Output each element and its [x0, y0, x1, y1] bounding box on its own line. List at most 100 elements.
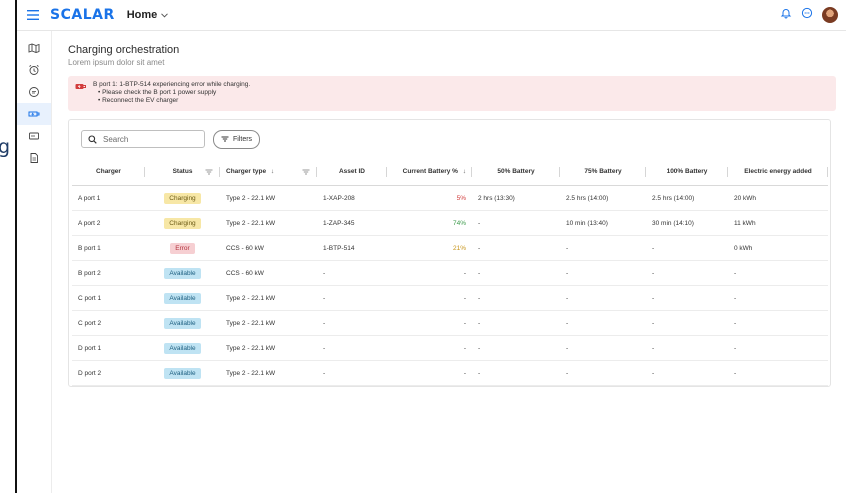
clipped-background-text: g: [0, 136, 11, 158]
status-badge: Charging: [164, 192, 201, 204]
chat-icon: [29, 87, 39, 97]
column-header-energy-added[interactable]: Electric energy added: [728, 158, 828, 186]
cell-100-battery: 30 min (14:10): [646, 210, 728, 236]
alert-text: B port 1: 1-BTP-514 experiencing error w…: [93, 81, 250, 105]
cell-status: Available: [145, 310, 220, 336]
cell-status: Error: [145, 235, 220, 261]
cell-charger: A port 1: [72, 185, 145, 211]
cell-charger: B port 2: [72, 260, 145, 286]
table-row[interactable]: C port 2 Available Type 2 - 22.1 kW - - - - - -: [72, 310, 828, 336]
cell-asset-id: 1-ZAP-345: [317, 210, 387, 236]
sort-arrow-icon[interactable]: ↓: [463, 168, 466, 175]
cell-current-battery: 21%: [387, 235, 472, 261]
cell-charger: A port 2: [72, 210, 145, 236]
cell-current-battery: 5%: [387, 185, 472, 211]
cell-asset-id: -: [317, 360, 387, 386]
cell-energy-added: -: [728, 260, 828, 286]
sidebar-item-documents[interactable]: [17, 147, 51, 169]
cell-50-battery: -: [472, 235, 560, 261]
top-bar: SCALAR Home: [17, 0, 846, 31]
chargers-table-card: Search Filters Charger Status Charger ty…: [68, 119, 831, 387]
page-subtitle: Lorem ipsum dolor sit amet: [68, 58, 165, 67]
menu-icon[interactable]: [24, 6, 42, 24]
cell-energy-added: 11 kWh: [728, 210, 828, 236]
alert-message: B port 1: 1-BTP-514 experiencing error w…: [93, 81, 251, 88]
column-filter-icon[interactable]: [205, 169, 213, 175]
cell-status: Available: [145, 285, 220, 311]
sidebar-item-cards[interactable]: [17, 125, 51, 147]
cell-charger: D port 1: [72, 335, 145, 361]
cell-status: Available: [145, 360, 220, 386]
column-header-charger[interactable]: Charger: [72, 158, 145, 186]
cell-50-battery: -: [472, 335, 560, 361]
cell-energy-added: -: [728, 310, 828, 336]
cell-asset-id: -: [317, 260, 387, 286]
cell-100-battery: -: [646, 260, 728, 286]
home-dropdown[interactable]: Home: [127, 9, 169, 21]
cell-100-battery: -: [646, 235, 728, 261]
cell-asset-id: -: [317, 310, 387, 336]
sidebar-item-map[interactable]: [17, 37, 51, 59]
cell-current-battery: -: [387, 285, 472, 311]
table-row[interactable]: D port 1 Available Type 2 - 22.1 kW - - - - - -: [72, 335, 828, 361]
alarm-clock-icon: [29, 64, 39, 75]
search-input[interactable]: Search: [81, 130, 205, 148]
sidebar-item-messages[interactable]: [17, 81, 51, 103]
cell-50-battery: -: [472, 310, 560, 336]
cell-charger: B port 1: [72, 235, 145, 261]
column-header-50-battery[interactable]: 50% Battery: [472, 158, 560, 186]
sidebar-item-alarm[interactable]: [17, 59, 51, 81]
page-title: Charging orchestration: [68, 44, 180, 56]
cell-75-battery: -: [560, 235, 646, 261]
cell-current-battery: -: [387, 260, 472, 286]
cell-asset-id: -: [317, 285, 387, 311]
table-header-row: Charger Status Charger type ↓ Asset ID C…: [72, 158, 828, 186]
cell-75-battery: 2.5 hrs (14:00): [560, 185, 646, 211]
column-filter-icon[interactable]: [302, 169, 310, 175]
cell-charger-type: CCS - 60 kW: [220, 235, 317, 261]
table-row[interactable]: A port 1 Charging Type 2 - 22.1 kW 1-XAP-20…: [72, 185, 828, 211]
user-avatar[interactable]: [822, 7, 838, 23]
column-header-asset-id[interactable]: Asset ID: [317, 158, 387, 186]
cell-100-battery: -: [646, 285, 728, 311]
app-window: SCALAR Home Charging orchestration Lorem…: [15, 0, 846, 493]
ev-charger-icon: [28, 111, 39, 117]
cell-100-battery: -: [646, 360, 728, 386]
status-badge: Available: [164, 317, 201, 329]
chat-bubble-icon[interactable]: [801, 6, 813, 24]
table-row[interactable]: D port 2 Available Type 2 - 22.1 kW - - - - - -: [72, 360, 828, 386]
top-right-actions: [780, 6, 838, 24]
table-row[interactable]: A port 2 Charging Type 2 - 22.1 kW 1-ZAP-34…: [72, 210, 828, 236]
column-header-75-battery[interactable]: 75% Battery: [560, 158, 646, 186]
cell-asset-id: -: [317, 335, 387, 361]
column-header-charger-type[interactable]: Charger type ↓: [220, 158, 317, 186]
cell-75-battery: -: [560, 310, 646, 336]
cell-energy-added: -: [728, 335, 828, 361]
status-badge: Charging: [164, 217, 201, 229]
chargers-table: Charger Status Charger type ↓ Asset ID C…: [72, 158, 828, 386]
cell-50-battery: -: [472, 260, 560, 286]
home-dropdown-label: Home: [126, 9, 158, 21]
map-icon: [28, 43, 40, 53]
sort-arrow-icon[interactable]: ↓: [271, 168, 274, 175]
table-row[interactable]: B port 2 Available CCS - 60 kW - - - - - -: [72, 260, 828, 286]
column-header-100-battery[interactable]: 100% Battery: [646, 158, 728, 186]
cell-charger-type: Type 2 - 22.1 kW: [220, 185, 317, 211]
column-header-current-battery[interactable]: Current Battery % ↓: [387, 158, 472, 186]
filters-button[interactable]: Filters: [213, 129, 261, 149]
alert-bullet-text: Reconnect the EV charger: [102, 97, 179, 104]
error-alert: B port 1: 1-BTP-514 experiencing error w…: [68, 76, 836, 111]
app-logo[interactable]: SCALAR: [50, 7, 115, 23]
sidebar: [17, 31, 52, 493]
bell-icon[interactable]: [780, 6, 792, 24]
table-row[interactable]: B port 1 Error CCS - 60 kW 1-BTP-514 21% - - -0…: [72, 235, 828, 261]
cell-75-battery: -: [560, 360, 646, 386]
cell-charger: C port 1: [72, 285, 145, 311]
table-row[interactable]: C port 1 Available Type 2 - 22.1 kW - - - - - -: [72, 285, 828, 311]
cell-50-battery: -: [472, 285, 560, 311]
column-header-status[interactable]: Status: [145, 158, 220, 186]
cell-charger-type: Type 2 - 22.1 kW: [220, 360, 317, 386]
cell-charger-type: Type 2 - 22.1 kW: [220, 335, 317, 361]
status-badge: Available: [164, 342, 201, 354]
sidebar-item-charging[interactable]: [17, 103, 51, 125]
